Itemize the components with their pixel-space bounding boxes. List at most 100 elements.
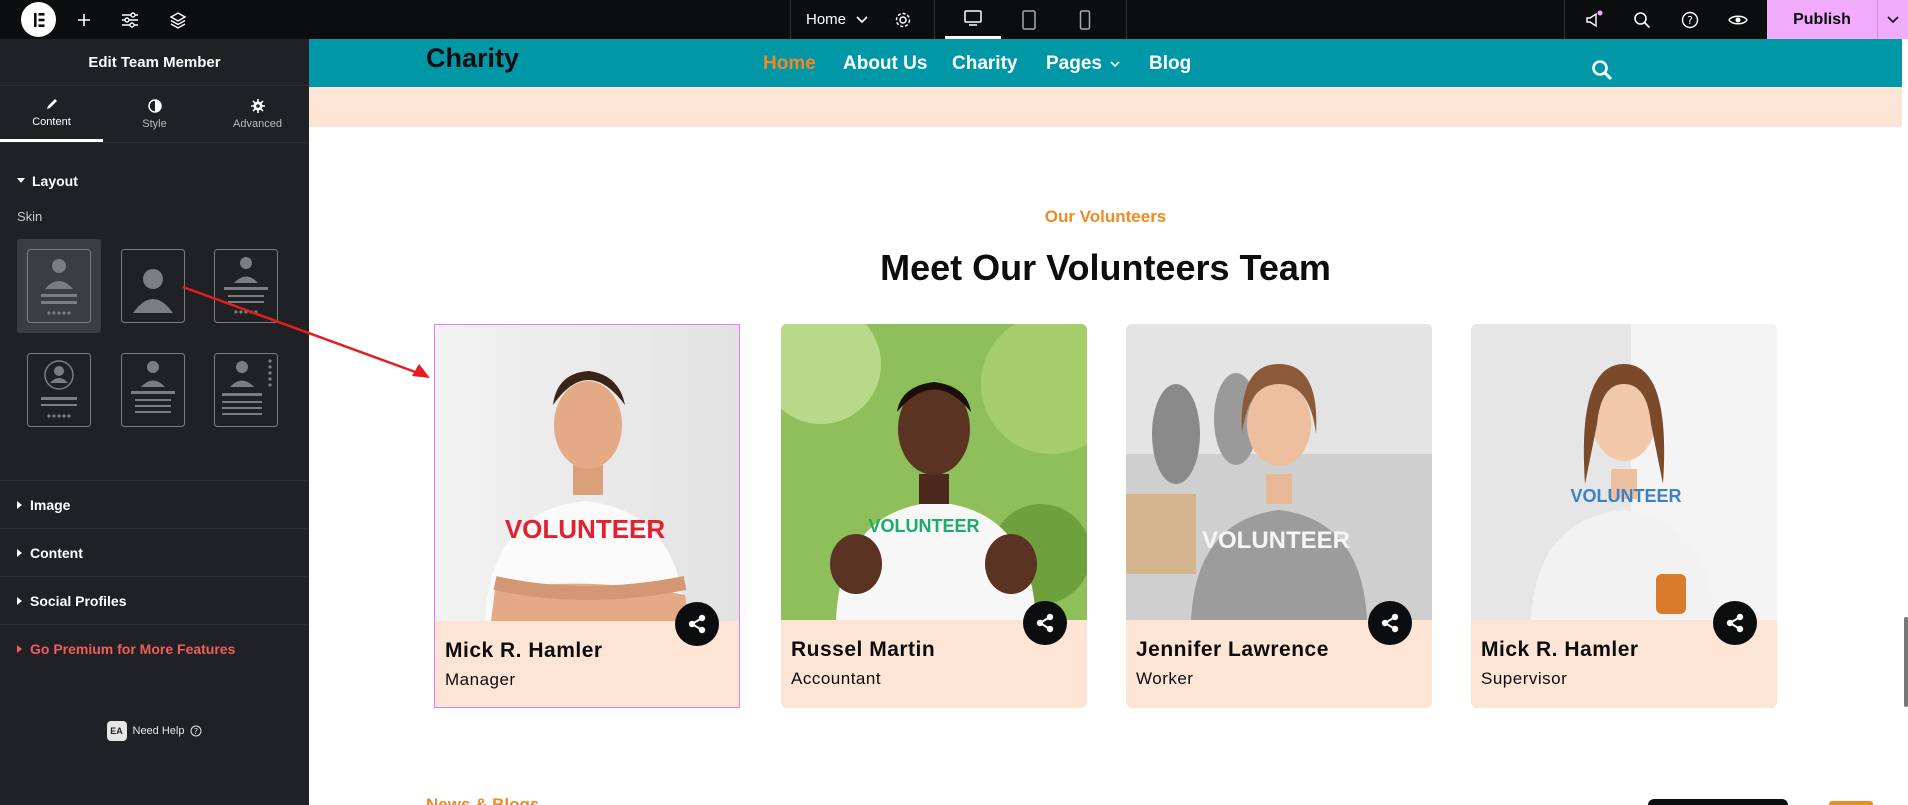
pencil-icon [46, 99, 57, 109]
share-icon [1036, 613, 1054, 633]
section-title: Meet Our Volunteers Team [880, 247, 1331, 288]
section-layout-label: Layout [32, 173, 78, 189]
tab-content[interactable]: Content [0, 86, 103, 142]
section-image-label: Image [30, 496, 71, 513]
chevron-down-icon [856, 15, 868, 23]
caret-right-icon [17, 548, 22, 557]
member-photo: VOLUNTEER [1471, 324, 1777, 620]
nav-pages[interactable]: Pages [1046, 53, 1120, 75]
preview-canvas: Charity Home About Us Charity Pages Blog… [309, 39, 1908, 805]
skin-card-icon [214, 249, 278, 323]
team-member-card[interactable]: VOLUNTEER Mick R. Hamler Supervisor [1471, 324, 1777, 708]
svg-text:?: ? [1687, 14, 1693, 27]
nav-blog[interactable]: Blog [1149, 53, 1191, 75]
nav-about-us[interactable]: About Us [843, 53, 927, 75]
skin-label: Skin [17, 209, 43, 224]
section-kicker: Our Volunteers [1044, 207, 1167, 226]
tab-advanced[interactable]: Advanced [206, 86, 309, 142]
tablet-icon[interactable] [1001, 0, 1057, 39]
tab-advanced-label: Advanced [233, 117, 282, 130]
publish-button[interactable]: Publish [1767, 0, 1877, 39]
megaphone-icon[interactable] [1580, 0, 1608, 39]
share-button[interactable] [1713, 601, 1757, 645]
search-icon[interactable] [1591, 59, 1613, 81]
dark-button[interactable] [1648, 799, 1788, 805]
editor-sidebar: Edit Team Member Content Style Advanced … [0, 39, 309, 805]
section-content-label: Content [30, 544, 83, 561]
scrollbar-thumb[interactable] [1904, 617, 1908, 707]
member-photo: VOLUNTEER [1126, 324, 1432, 620]
skin-card-icon [121, 353, 185, 427]
mobile-icon[interactable] [1057, 0, 1113, 39]
publish-options-chevron-icon[interactable] [1877, 0, 1908, 39]
skin-card-icon [27, 249, 91, 323]
section-social-label: Social Profiles [30, 592, 127, 609]
shirt-print: VOLUNTEER [1202, 527, 1350, 554]
skin-option-4[interactable] [27, 353, 91, 427]
caret-right-icon [17, 596, 22, 605]
team-member-card[interactable]: VOLUNTEER Russel Martin Accountant [781, 324, 1087, 708]
site-brand[interactable]: Charity [426, 43, 519, 74]
tab-style-label: Style [142, 117, 167, 130]
ea-logo-icon: EA [106, 721, 127, 741]
help-icon[interactable]: ? [1676, 0, 1704, 39]
skin-option-6[interactable] [214, 353, 278, 427]
section-social-profiles[interactable]: Social Profiles [0, 577, 309, 625]
skin-option-3[interactable] [214, 249, 278, 323]
orange-button[interactable] [1829, 801, 1873, 805]
page-selector[interactable]: Home [806, 0, 868, 39]
next-section-kicker: News & Blogs [426, 795, 540, 805]
nav-pages-label: Pages [1046, 53, 1102, 74]
caret-right-icon [17, 500, 22, 509]
member-name: Mick R. Hamler [1481, 638, 1639, 661]
page-selector-label: Home [806, 11, 847, 28]
section-go-premium[interactable]: Go Premium for More Features [0, 625, 309, 673]
skin-option-5[interactable] [121, 353, 185, 427]
member-role: Supervisor [1481, 669, 1568, 688]
member-photo: VOLUNTEER [781, 324, 1087, 620]
member-name: Russel Martin [791, 638, 936, 661]
go-premium-label: Go Premium for More Features [30, 641, 236, 657]
tab-content-label: Content [32, 116, 71, 128]
share-icon [1726, 613, 1744, 633]
elementor-logo-icon[interactable] [21, 2, 56, 37]
site-header: Charity Home About Us Charity Pages Blog [309, 39, 1902, 87]
member-role: Manager [445, 670, 516, 689]
help-circle-icon: ? [190, 725, 202, 737]
caret-down-icon [17, 178, 25, 183]
eye-icon[interactable] [1724, 0, 1752, 39]
layers-icon[interactable] [166, 0, 190, 39]
share-icon [688, 614, 706, 634]
panel-title: Edit Team Member [0, 39, 309, 86]
section-image[interactable]: Image [0, 481, 309, 529]
half-circle-icon [147, 98, 162, 113]
share-button[interactable] [1023, 601, 1067, 645]
shirt-print: VOLUNTEER [505, 514, 666, 544]
skin-option-1[interactable] [17, 239, 101, 333]
skin-overlay-icon [121, 249, 185, 323]
skin-option-2[interactable] [121, 249, 185, 323]
nav-home[interactable]: Home [763, 53, 816, 75]
sliders-icon[interactable] [118, 0, 142, 39]
need-help-label: Need Help [132, 725, 185, 737]
team-member-card[interactable]: VOLUNTEER Mick R. Hamler Manager [434, 324, 740, 708]
section-content[interactable]: Content [0, 529, 309, 577]
member-name: Mick R. Hamler [445, 639, 603, 662]
share-button[interactable] [1368, 601, 1412, 645]
plus-icon[interactable] [72, 0, 96, 39]
chevron-down-icon [1110, 60, 1120, 67]
need-help-link[interactable]: EA Need Help ? [0, 721, 309, 741]
member-role: Worker [1136, 669, 1194, 688]
desktop-icon[interactable] [945, 0, 1001, 39]
team-member-card[interactable]: VOLUNTEER Jennifer Lawrence Worker [1126, 324, 1432, 708]
skin-picker [0, 224, 309, 444]
tab-style[interactable]: Style [103, 86, 206, 142]
section-layout[interactable]: Layout [0, 157, 309, 205]
editor-topbar: Home ? Publish [0, 0, 1908, 39]
panel-tabs: Content Style Advanced [0, 86, 309, 143]
search-icon[interactable] [1628, 0, 1656, 39]
nav-charity[interactable]: Charity [952, 53, 1017, 75]
page-settings-icon[interactable] [891, 0, 915, 39]
caret-right-icon [17, 645, 22, 653]
share-button[interactable] [675, 602, 719, 646]
